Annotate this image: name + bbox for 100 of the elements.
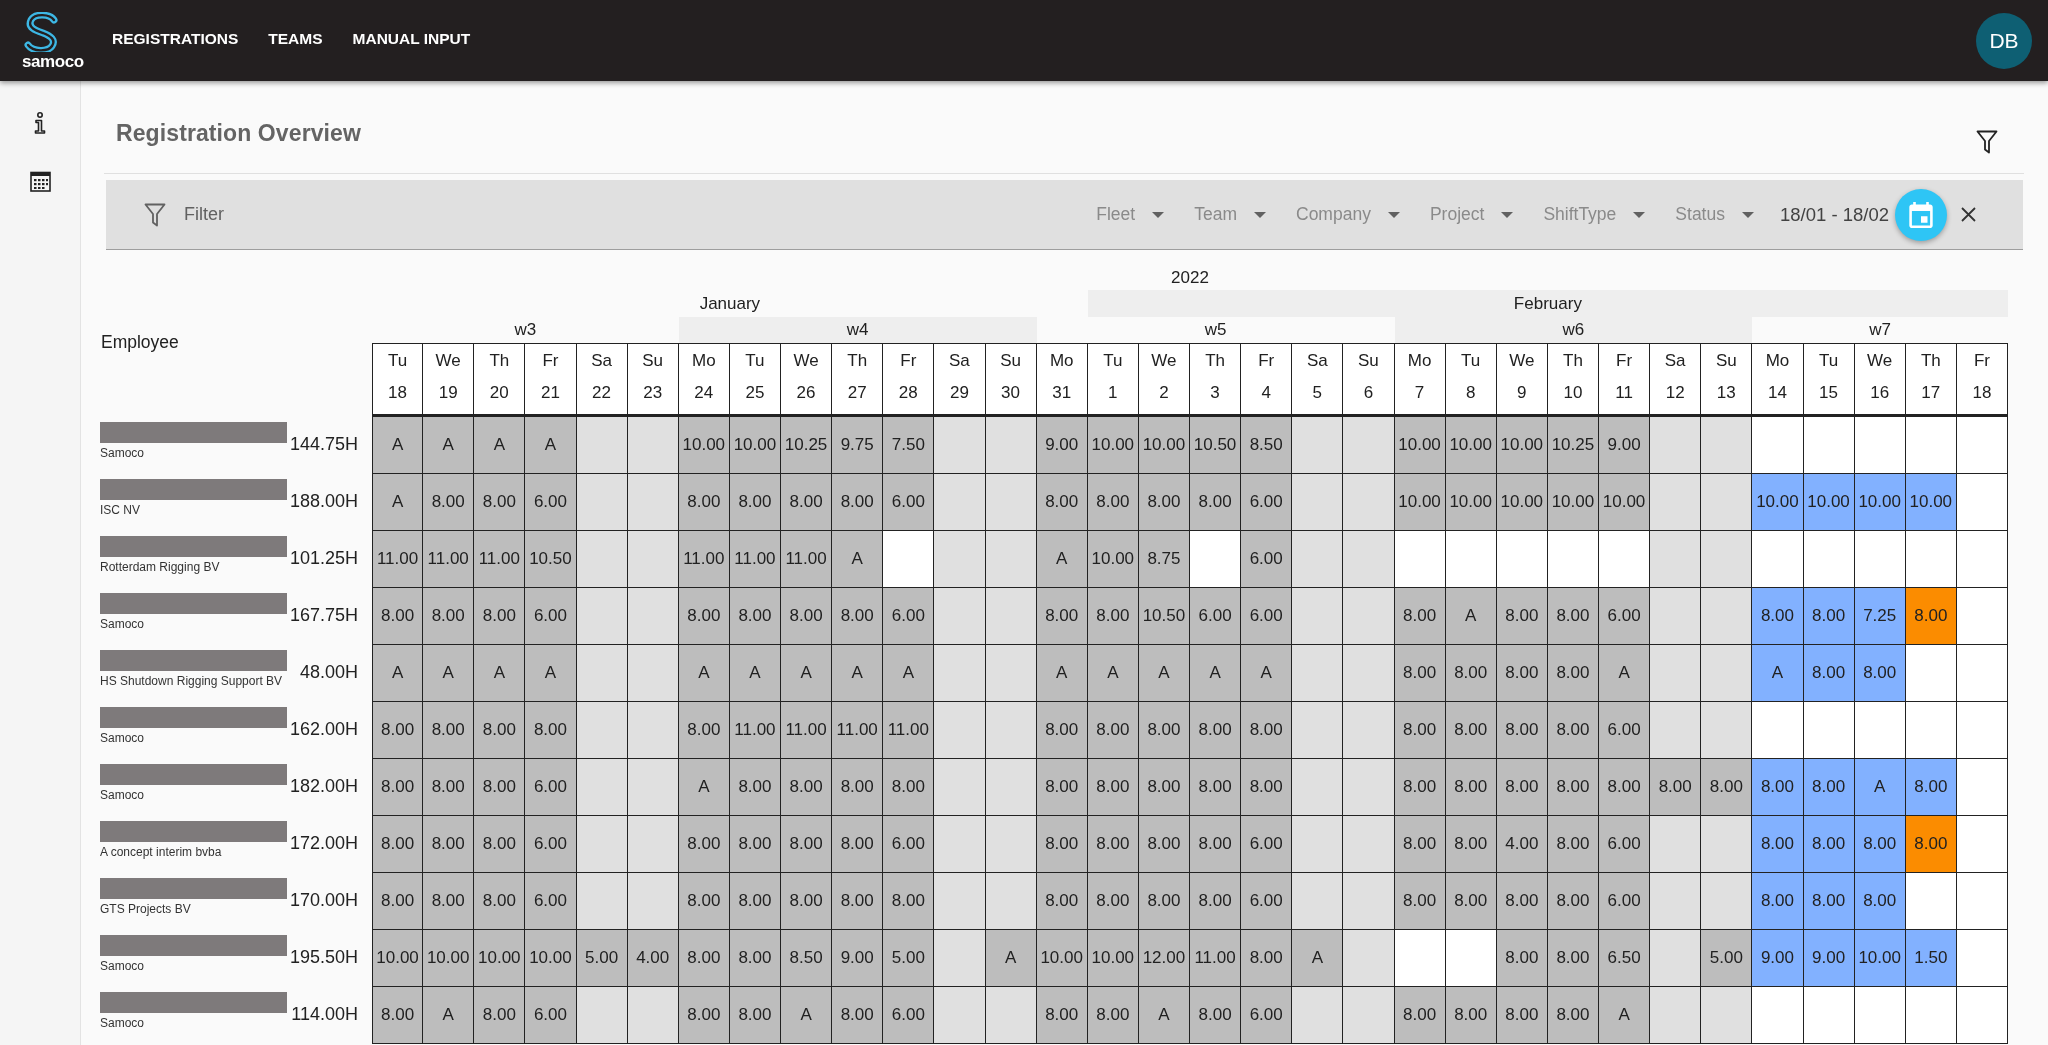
hours-cell: 8.00 <box>1701 759 1753 816</box>
nav-link[interactable]: MANUAL INPUT <box>352 26 471 55</box>
hours-cell: 6.00 <box>525 474 577 531</box>
hours-cell: 8.00 <box>1190 702 1242 759</box>
hours-cell: 8.00 <box>729 759 781 816</box>
weekday-label: Tu <box>1818 350 1839 372</box>
hours-cell: 11.00 <box>474 531 526 588</box>
total-hours: 167.75H <box>289 605 358 627</box>
date-label: 3 <box>1210 382 1220 404</box>
company-name: Samoco <box>100 788 145 802</box>
hours-cell: 8.00 <box>1445 816 1497 873</box>
hours-cell: 6.00 <box>1599 816 1651 873</box>
date-label: 30 <box>1001 382 1020 404</box>
hours-cell: 8.00 <box>474 759 526 816</box>
hours-cell: A <box>1241 645 1293 702</box>
weekday-label: Fr <box>542 350 559 372</box>
dropdown-field[interactable]: Fleet <box>1096 204 1165 225</box>
hours-cell: 6.00 <box>1241 987 1293 1044</box>
dropdown-field[interactable]: Team <box>1194 204 1266 225</box>
hours-cell: 8.00 <box>1905 759 1957 816</box>
date-range-field[interactable]: 18/01 - 18/02 <box>1779 203 1889 226</box>
hours-cell: 8.00 <box>1496 987 1548 1044</box>
calendar-icon[interactable] <box>29 171 51 192</box>
company-name: GTS Projects BV <box>100 902 191 916</box>
hours-cell: 8.00 <box>1036 987 1088 1044</box>
hours-cell: 6.00 <box>883 588 935 645</box>
dropdown-field[interactable]: Company <box>1296 204 1400 225</box>
company-name: Samoco <box>100 731 145 745</box>
filter-label: Filter <box>184 204 224 225</box>
filter-icon[interactable] <box>1976 130 1998 154</box>
user-avatar[interactable]: DB <box>1976 12 2032 69</box>
hours-cell: 8.00 <box>678 588 730 645</box>
hours-cell: 6.00 <box>525 987 577 1044</box>
weekday-label: Th <box>847 350 868 372</box>
hours-cell: 9.00 <box>1752 930 1804 987</box>
hours-cell: 10.00 <box>1087 531 1139 588</box>
hours-cell: 8.00 <box>1087 588 1139 645</box>
hours-cell: A <box>1599 987 1651 1044</box>
nav-link[interactable]: REGISTRATIONS <box>112 26 239 55</box>
hours-cell: 8.00 <box>832 816 884 873</box>
close-icon[interactable] <box>1961 207 1976 222</box>
hours-cell: 10.00 <box>1087 417 1139 474</box>
hours-cell: 10.00 <box>1599 474 1651 531</box>
date-label: 8 <box>1465 382 1476 404</box>
total-hours: 101.25H <box>289 548 358 570</box>
hours-cell: 8.00 <box>1190 816 1242 873</box>
hours-cell: A <box>423 987 475 1044</box>
date-label: 11 <box>1615 382 1633 404</box>
hours-cell: 10.00 <box>1087 930 1139 987</box>
date-label: 17 <box>1921 382 1941 404</box>
hours-cell: A <box>474 645 526 702</box>
dropdown-field[interactable]: ShiftType <box>1543 204 1646 225</box>
hours-cell: A <box>1854 759 1906 816</box>
hours-cell: 8.00 <box>1394 645 1446 702</box>
hours-cell: 9.00 <box>1599 417 1651 474</box>
dropdown-field[interactable]: Status <box>1675 204 1754 225</box>
hours-cell: 8.00 <box>1496 645 1548 702</box>
hours-cell: 10.00 <box>1752 474 1804 531</box>
hours-cell: 10.00 <box>372 930 424 987</box>
hours-cell: A <box>1036 645 1088 702</box>
weekday-label: We <box>793 350 819 372</box>
hours-cell: 8.00 <box>883 873 935 930</box>
filter-icon <box>144 202 166 227</box>
hours-cell: 8.00 <box>1087 987 1139 1044</box>
weekday-label: Tu <box>387 350 408 372</box>
hours-cell: 10.00 <box>1854 930 1906 987</box>
hours-cell: 5.00 <box>576 930 628 987</box>
hours-cell: 6.00 <box>1241 531 1293 588</box>
total-hours: 114.00H <box>291 1004 358 1026</box>
hours-cell: 10.00 <box>1905 474 1957 531</box>
hours-cell: 10.50 <box>1190 417 1242 474</box>
date-label: 18 <box>388 382 407 404</box>
hours-cell: 8.00 <box>1752 588 1804 645</box>
weekday-label: Fr <box>1973 350 1990 372</box>
hours-cell: A <box>1190 645 1242 702</box>
hours-cell: A <box>372 645 424 702</box>
weekday-label: Mo <box>1049 350 1074 372</box>
hours-cell: 8.00 <box>1036 702 1088 759</box>
hours-cell: 8.00 <box>1905 816 1957 873</box>
date-label: 20 <box>489 382 509 404</box>
weekday-label: Mo <box>692 350 716 372</box>
hours-cell: 8.00 <box>1138 474 1190 531</box>
hours-cell: A <box>1752 645 1804 702</box>
caret-icon <box>1633 211 1646 218</box>
hours-cell: 7.25 <box>1854 588 1906 645</box>
hours-cell: 9.00 <box>1803 930 1855 987</box>
hours-cell: 8.00 <box>1803 759 1855 816</box>
info-icon[interactable] <box>34 112 46 134</box>
dropdown-field[interactable]: Project <box>1429 204 1514 225</box>
hours-cell: 10.25 <box>781 417 833 474</box>
weekday-label: Th <box>489 350 510 372</box>
hours-cell: 8.00 <box>1087 474 1139 531</box>
caret-icon <box>1152 211 1165 218</box>
nav-link[interactable]: TEAMS <box>268 26 323 55</box>
hours-cell: 8.00 <box>1650 759 1702 816</box>
weekday-label: Sa <box>1306 350 1328 372</box>
hours-cell: 11.00 <box>781 702 833 759</box>
company-name: A concept interim bvba <box>100 845 222 859</box>
hours-cell: 8.00 <box>1087 702 1139 759</box>
hours-cell: 8.00 <box>1547 645 1599 702</box>
